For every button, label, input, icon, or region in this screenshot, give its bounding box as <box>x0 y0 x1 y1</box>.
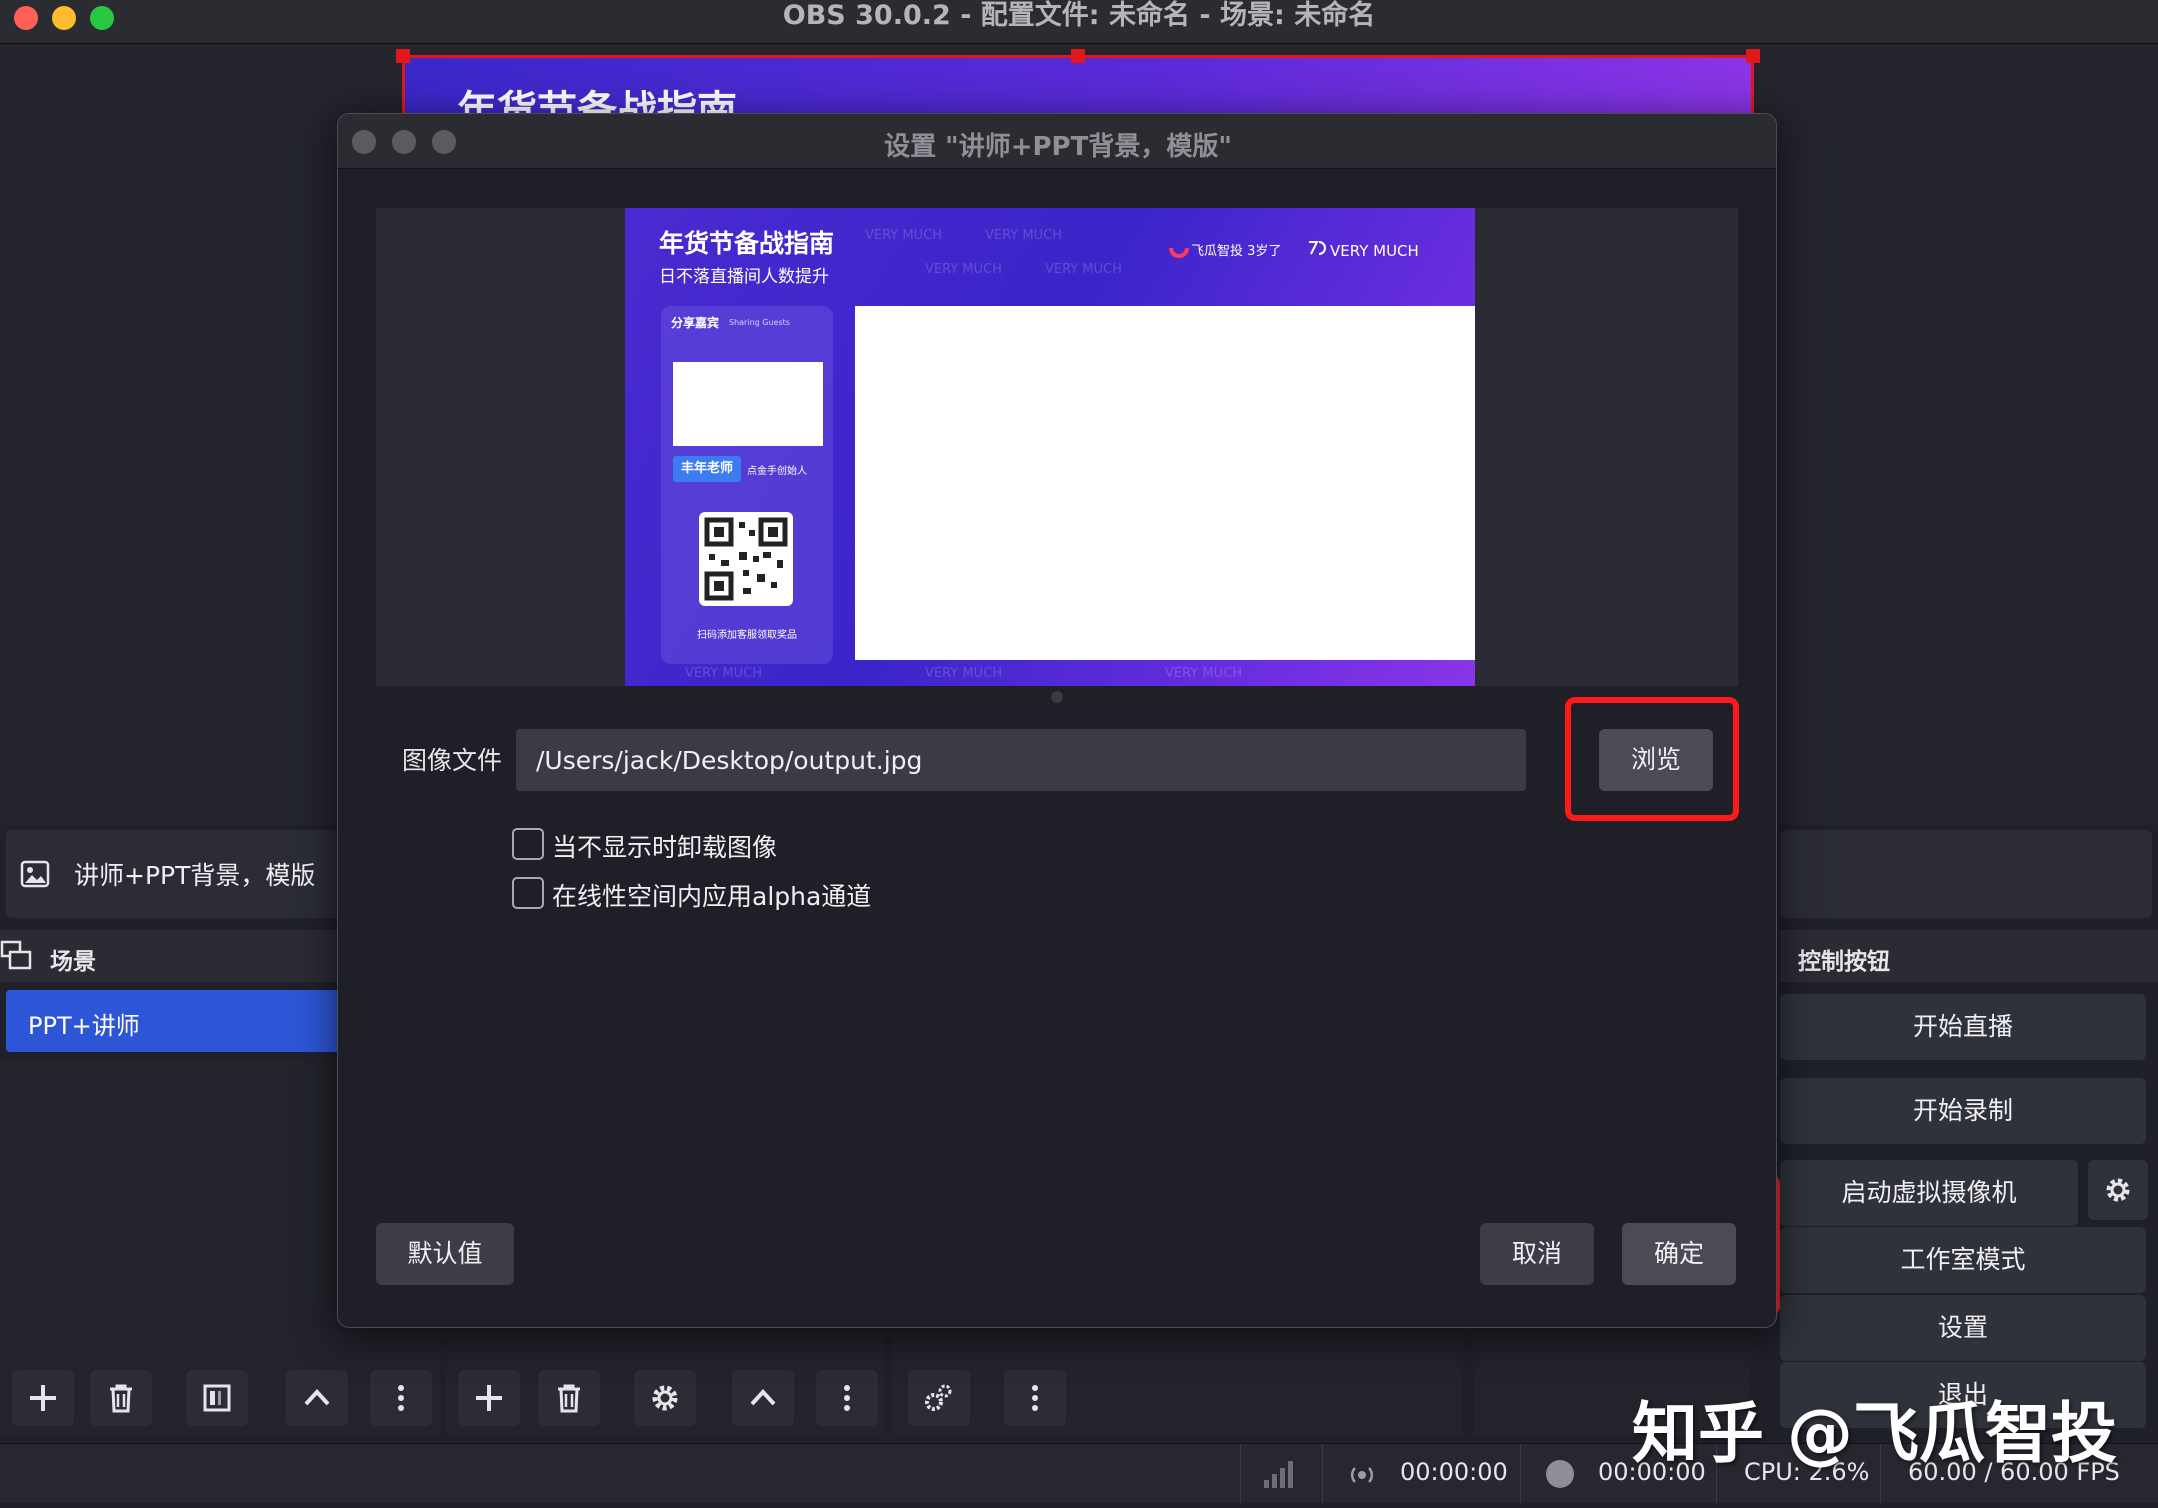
slide-guest-heading: 分享嘉宾 <box>671 316 720 330</box>
controls-panel-title: 控制按钮 <box>1798 949 1890 975</box>
add-source-button[interactable] <box>458 1370 520 1426</box>
slide-subtitle: 日不落直播间人数提升 <box>659 267 829 287</box>
canvas-source-frame[interactable]: 年货节备战指南 <box>402 55 1754 117</box>
source-properties-dialog: 设置 "讲师+PPT背景，模版" VERY MUCH VERY MUCH VER… <box>337 113 1777 1328</box>
verymuch-logo-icon <box>1307 238 1329 262</box>
slide-watermark: VERY MUCH <box>685 666 762 681</box>
move-source-up-button[interactable] <box>732 1370 794 1426</box>
record-dot-icon <box>1546 1460 1574 1488</box>
linear-alpha-label: 在线性空间内应用alpha通道 <box>552 882 872 911</box>
start-streaming-button[interactable]: 开始直播 <box>1780 994 2146 1060</box>
slide-logo-text: 飞瓜智投 3岁了 <box>1191 244 1282 259</box>
unload-when-hidden-checkbox[interactable] <box>512 828 544 860</box>
mixer-more-button[interactable] <box>1004 1370 1066 1426</box>
move-scene-up-button[interactable] <box>286 1370 348 1426</box>
browse-button-highlight <box>1565 697 1739 821</box>
scene-list-item-label: PPT+讲师 <box>28 1012 140 1040</box>
add-scene-button[interactable] <box>12 1370 74 1426</box>
studio-mode-button[interactable]: 工作室模式 <box>1780 1227 2146 1293</box>
status-divider <box>1520 1444 1521 1504</box>
slide-watermark: VERY MUCH <box>1045 262 1122 277</box>
scenes-panel-header: 场景 <box>0 930 340 982</box>
slide-watermark: VERY MUCH <box>985 228 1062 243</box>
ok-button[interactable]: 确定 <box>1622 1223 1736 1285</box>
dialog-image-preview: VERY MUCH VERY MUCH VERY MUCH VERY MUCH … <box>376 208 1738 686</box>
slide-watermark: VERY MUCH <box>1165 666 1242 681</box>
defaults-button[interactable]: 默认值 <box>376 1223 514 1285</box>
settings-button[interactable]: 设置 <box>1780 1295 2146 1361</box>
feigua-logo-icon <box>1169 242 1189 264</box>
zhihu-watermark: 知乎 @飞瓜智投 <box>1632 1395 2117 1472</box>
unload-when-hidden-label: 当不显示时卸载图像 <box>552 833 778 862</box>
source-item[interactable]: 讲师+PPT背景，模版 <box>6 830 344 918</box>
image-file-path-input[interactable] <box>516 729 1526 791</box>
source-row-extension <box>1780 830 2152 918</box>
linear-alpha-checkbox[interactable] <box>512 877 544 909</box>
remove-source-button[interactable] <box>538 1370 600 1426</box>
slide-scan-text: 扫码添加客服领取奖品 <box>697 630 797 641</box>
broadcast-icon <box>1346 1460 1378 1494</box>
source-properties-button[interactable] <box>634 1370 696 1426</box>
resize-handle[interactable] <box>396 49 410 63</box>
mixer-toolbar <box>892 1330 1462 1436</box>
slide-watermark: VERY MUCH <box>865 228 942 243</box>
scenes-icon <box>0 940 34 976</box>
slide-verymuch-text: VERY MUCH <box>1330 242 1419 260</box>
signal-bars-icon <box>1262 1458 1296 1494</box>
source-more-button[interactable] <box>816 1370 878 1426</box>
main-titlebar: OBS 30.0.2 - 配置文件: 未命名 - 场景: 未命名 <box>0 0 2158 44</box>
virtual-camera-settings-button[interactable] <box>2088 1160 2148 1220</box>
status-divider <box>1240 1444 1241 1504</box>
slide-watermark: VERY MUCH <box>925 666 1002 681</box>
slide-guest-heading-en: Sharing Guests <box>729 318 790 327</box>
slide-watermark: VERY MUCH <box>925 262 1002 277</box>
slide-guest-card: 分享嘉宾 Sharing Guests 丰年老师 点金手创始人 扫码添加客服领取… <box>661 306 833 664</box>
resize-handle[interactable] <box>1071 49 1085 63</box>
canvas-title: 年货节备战指南 <box>457 88 737 117</box>
image-icon <box>20 860 50 892</box>
scenes-panel-title: 场景 <box>50 949 96 975</box>
slide-image: VERY MUCH VERY MUCH VERY MUCH VERY MUCH … <box>625 208 1475 686</box>
slide-teacher-badge: 丰年老师 <box>673 456 742 482</box>
preview-resize-grip[interactable] <box>1051 691 1063 703</box>
window-title: OBS 30.0.2 - 配置文件: 未命名 - 场景: 未命名 <box>782 0 1376 31</box>
controls-panel-header: 控制按钮 <box>1780 930 2158 982</box>
slide-content-area <box>855 306 1475 660</box>
remove-scene-button[interactable] <box>90 1370 152 1426</box>
status-divider <box>1322 1444 1323 1504</box>
image-file-label: 图像文件 <box>402 746 503 775</box>
start-virtual-camera-button[interactable]: 启动虚拟摄像机 <box>1780 1160 2078 1226</box>
gear-icon <box>2103 1175 2133 1209</box>
dialog-title: 设置 "讲师+PPT背景，模版" <box>884 132 1232 162</box>
resize-handle[interactable] <box>1746 49 1760 63</box>
cancel-button[interactable]: 取消 <box>1480 1223 1594 1285</box>
scene-list-item[interactable]: PPT+讲师 <box>6 990 340 1052</box>
scene-filters-button[interactable] <box>186 1370 248 1426</box>
scene-more-button[interactable] <box>370 1370 432 1426</box>
slide-founder-text: 点金手创始人 <box>747 466 807 477</box>
qr-code-icon <box>699 512 793 606</box>
stream-time: 00:00:00 <box>1400 1458 1508 1486</box>
start-recording-button[interactable]: 开始录制 <box>1780 1078 2146 1144</box>
source-item-label: 讲师+PPT背景，模版 <box>74 861 316 890</box>
advanced-audio-button[interactable] <box>908 1370 970 1426</box>
slide-guest-photo <box>673 362 823 446</box>
scenes-list[interactable] <box>0 1058 340 1358</box>
dialog-titlebar: 设置 "讲师+PPT背景，模版" <box>338 114 1776 169</box>
slide-title: 年货节备战指南 <box>659 229 835 258</box>
